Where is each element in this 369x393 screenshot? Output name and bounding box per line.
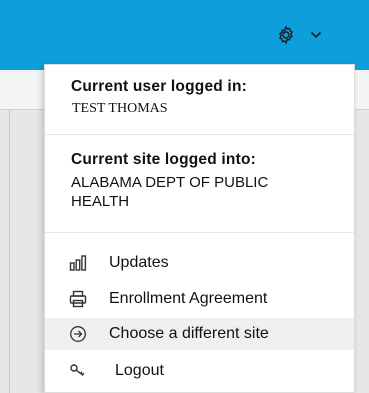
gear-icon [279,25,293,45]
circle-arrow-right-icon [70,326,86,342]
current-user-section: Current user logged in: TEST THOMAS [45,65,354,135]
page-divider [9,110,10,393]
current-site-name: ALABAMA DEPT OF PUBLIC HEALTH [71,174,269,210]
current-user-name: TEST THOMAS [72,101,168,116]
key-icon [70,364,85,376]
settings-dropdown-menu: Current user logged in: TEST THOMAS Curr… [44,64,355,393]
menu-item-logout[interactable]: Logout [45,355,354,387]
chevron-down-icon [310,31,322,39]
menu-item-label: Logout [115,362,164,379]
bar-chart-icon [69,255,87,271]
current-site-section: Current site logged into: ALABAMA DEPT O… [45,135,354,233]
printer-icon [69,290,87,308]
current-user-heading: Current user logged in: [71,78,247,95]
menu-item-choose-different-site[interactable]: Choose a different site [45,318,354,350]
menu-item-label: Enrollment Agreement [109,290,268,307]
menu-item-updates[interactable]: Updates [45,247,354,279]
settings-menu-toggle[interactable] [272,18,334,52]
top-bar [0,0,369,70]
menu-item-label: Updates [109,254,169,271]
menu-item-enrollment-agreement[interactable]: Enrollment Agreement [45,283,354,315]
current-site-heading: Current site logged into: [71,151,256,168]
menu-item-label: Choose a different site [109,325,269,342]
